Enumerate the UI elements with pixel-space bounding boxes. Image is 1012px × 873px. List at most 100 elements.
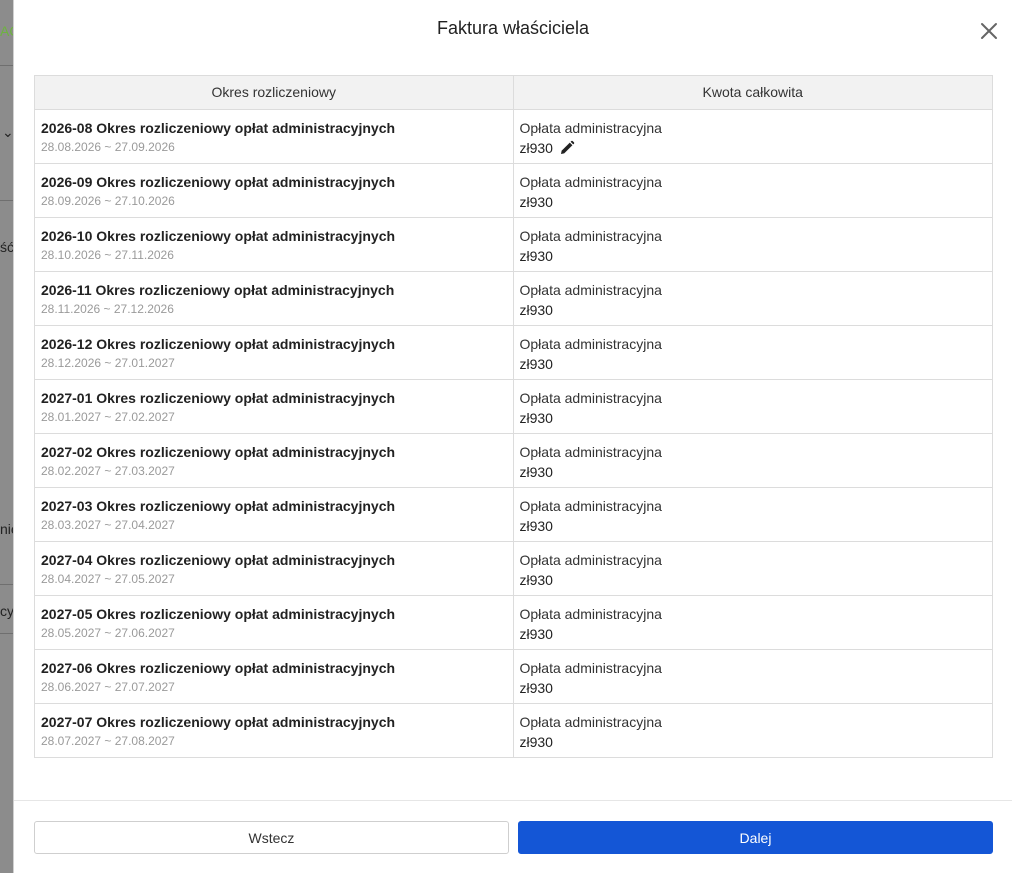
period-title: 2026-09 Okres rozliczeniowy opłat admini… — [41, 173, 396, 190]
modal-footer: Wstecz Dalej — [14, 800, 1012, 873]
period-title: 2027-04 Okres rozliczeniowy opłat admini… — [41, 551, 396, 568]
table-row: 2027-07 Okres rozliczeniowy opłat admini… — [35, 703, 992, 757]
period-title: 2026-12 Okres rozliczeniowy opłat admini… — [41, 335, 396, 352]
total-cell: Opłata administracyjna zł930 — [513, 217, 992, 272]
period-title: 2027-06 Okres rozliczeniowy opłat admini… — [41, 659, 396, 676]
table-row: 2027-06 Okres rozliczeniowy opłat admini… — [35, 649, 992, 704]
pencil-icon[interactable] — [559, 140, 575, 156]
modal-title: Faktura właściciela — [436, 18, 590, 38]
period-dates: 28.06.2027 ~ 27.07.2027 — [41, 679, 175, 694]
total-cell: Opłata administracyjna zł930 — [513, 703, 992, 757]
fee-label: Opłata administracyjna — [519, 281, 662, 298]
table-header-row: Okres rozliczeniowy Kwota całkowita — [35, 76, 992, 110]
period-title: 2026-10 Okres rozliczeniowy opłat admini… — [41, 227, 396, 244]
total-cell: Opłata administracyjna zł930 — [513, 271, 992, 326]
column-header-period: Okres rozliczeniowy — [35, 76, 514, 110]
period-title: 2027-07 Okres rozliczeniowy opłat admini… — [41, 713, 396, 730]
fee-amount-line: zł930 — [520, 516, 987, 537]
period-dates: 28.11.2026 ~ 27.12.2026 — [41, 301, 174, 316]
period-title: 2026-08 Okres rozliczeniowy opłat admini… — [41, 119, 396, 136]
period-dates: 28.10.2026 ~ 27.11.2026 — [41, 247, 174, 262]
period-dates: 28.09.2026 ~ 27.10.2026 — [41, 193, 175, 208]
fee-amount: zł930 — [519, 679, 553, 696]
period-dates: 28.08.2026 ~ 27.09.2026 — [41, 139, 175, 154]
period-title: 2027-03 Okres rozliczeniowy opłat admini… — [41, 497, 396, 514]
fee-amount: zł930 — [519, 463, 553, 480]
total-cell: Opłata administracyjna zł930 — [513, 649, 992, 704]
fee-label: Opłata administracyjna — [519, 551, 662, 568]
fee-amount: zł930 — [519, 247, 553, 264]
fee-amount-line: zł930 — [520, 624, 987, 645]
background-text-fragment: ść — [0, 239, 14, 255]
period-cell: 2027-07 Okres rozliczeniowy opłat admini… — [35, 703, 514, 757]
close-icon — [978, 20, 1000, 42]
period-dates: 28.02.2027 ~ 27.03.2027 — [41, 463, 175, 478]
period-cell: 2027-04 Okres rozliczeniowy opłat admini… — [35, 541, 514, 596]
period-cell: 2027-03 Okres rozliczeniowy opłat admini… — [35, 487, 514, 542]
total-cell: Opłata administracyjna zł930 — [513, 325, 992, 380]
period-dates: 28.07.2027 ~ 27.08.2027 — [41, 733, 175, 748]
fee-amount-line: zł930 — [520, 354, 987, 375]
fee-amount-line: zł930 — [520, 300, 987, 321]
period-cell: 2027-01 Okres rozliczeniowy opłat admini… — [35, 379, 514, 434]
fee-label: Opłata administracyjna — [519, 443, 662, 460]
period-dates: 28.03.2027 ~ 27.04.2027 — [41, 517, 175, 532]
fee-amount: zł930 — [519, 625, 553, 642]
fee-label: Opłata administracyjna — [519, 227, 662, 244]
fee-amount-line: zł930 — [520, 246, 987, 267]
period-cell: 2026-11 Okres rozliczeniowy opłat admini… — [35, 271, 514, 326]
period-dates: 28.05.2027 ~ 27.06.2027 — [41, 625, 175, 640]
period-cell: 2027-02 Okres rozliczeniowy opłat admini… — [35, 433, 514, 488]
fee-amount-line: zł930 — [520, 462, 987, 483]
table-row: 2027-05 Okres rozliczeniowy opłat admini… — [35, 595, 992, 650]
modal-header: Faktura właściciela — [14, 0, 1012, 60]
total-cell: Opłata administracyjna zł930 — [513, 541, 992, 596]
fee-label: Opłata administracyjna — [519, 605, 662, 622]
chevron-down-icon: ⌄ — [2, 124, 14, 140]
total-cell: Opłata administracyjna zł930 — [513, 109, 992, 164]
fee-amount: zł930 — [519, 139, 553, 156]
next-button[interactable]: Dalej — [518, 821, 993, 854]
period-cell: 2026-08 Okres rozliczeniowy opłat admini… — [35, 109, 514, 164]
total-cell: Opłata administracyjna zł930 — [513, 379, 992, 434]
table-row: 2026-08 Okres rozliczeniowy opłat admini… — [35, 109, 992, 164]
column-header-total: Kwota całkowita — [513, 76, 992, 110]
period-dates: 28.12.2026 ~ 27.01.2027 — [41, 355, 175, 370]
fee-amount: zł930 — [519, 517, 553, 534]
period-title: 2027-02 Okres rozliczeniowy opłat admini… — [41, 443, 396, 460]
period-title: 2027-01 Okres rozliczeniowy opłat admini… — [41, 389, 396, 406]
fee-amount-line: zł930 — [520, 732, 987, 753]
owner-invoice-modal: Faktura właściciela Okres rozliczeniowy … — [13, 0, 1012, 873]
period-cell: 2027-06 Okres rozliczeniowy opłat admini… — [35, 649, 514, 704]
period-cell: 2026-12 Okres rozliczeniowy opłat admini… — [35, 325, 514, 380]
fee-amount: zł930 — [519, 301, 553, 318]
fee-label: Opłata administracyjna — [519, 173, 662, 190]
fee-amount-line: zł930 — [520, 192, 987, 213]
fee-amount: zł930 — [519, 193, 553, 210]
fee-label: Opłata administracyjna — [519, 335, 662, 352]
table-row: 2027-02 Okres rozliczeniowy opłat admini… — [35, 433, 992, 488]
fee-label: Opłata administracyjna — [519, 713, 662, 730]
period-dates: 28.04.2027 ~ 27.05.2027 — [41, 571, 175, 586]
period-cell: 2027-05 Okres rozliczeniowy opłat admini… — [35, 595, 514, 650]
close-button[interactable] — [978, 20, 1000, 42]
fee-label: Opłata administracyjna — [519, 389, 662, 406]
fee-label: Opłata administracyjna — [519, 119, 662, 136]
period-cell: 2026-09 Okres rozliczeniowy opłat admini… — [35, 163, 514, 218]
total-cell: Opłata administracyjna zł930 — [513, 595, 992, 650]
table-row: 2027-04 Okres rozliczeniowy opłat admini… — [35, 541, 992, 596]
background-text-fragment: cy — [0, 603, 14, 619]
fee-label: Opłata administracyjna — [519, 497, 662, 514]
period-cell: 2026-10 Okres rozliczeniowy opłat admini… — [35, 217, 514, 272]
table-row: 2026-11 Okres rozliczeniowy opłat admini… — [35, 271, 992, 326]
total-cell: Opłata administracyjna zł930 — [513, 487, 992, 542]
period-title: 2027-05 Okres rozliczeniowy opłat admini… — [41, 605, 396, 622]
fee-amount-line: zł930 — [520, 408, 987, 429]
fee-amount-line: zł930 — [520, 678, 987, 699]
table-row: 2027-03 Okres rozliczeniowy opłat admini… — [35, 487, 992, 542]
table-row: 2026-09 Okres rozliczeniowy opłat admini… — [35, 163, 992, 218]
fee-amount: zł930 — [519, 409, 553, 426]
table-row: 2026-10 Okres rozliczeniowy opłat admini… — [35, 217, 992, 272]
back-button[interactable]: Wstecz — [34, 821, 509, 854]
billing-periods-table: Okres rozliczeniowy Kwota całkowita 2026… — [34, 75, 993, 758]
